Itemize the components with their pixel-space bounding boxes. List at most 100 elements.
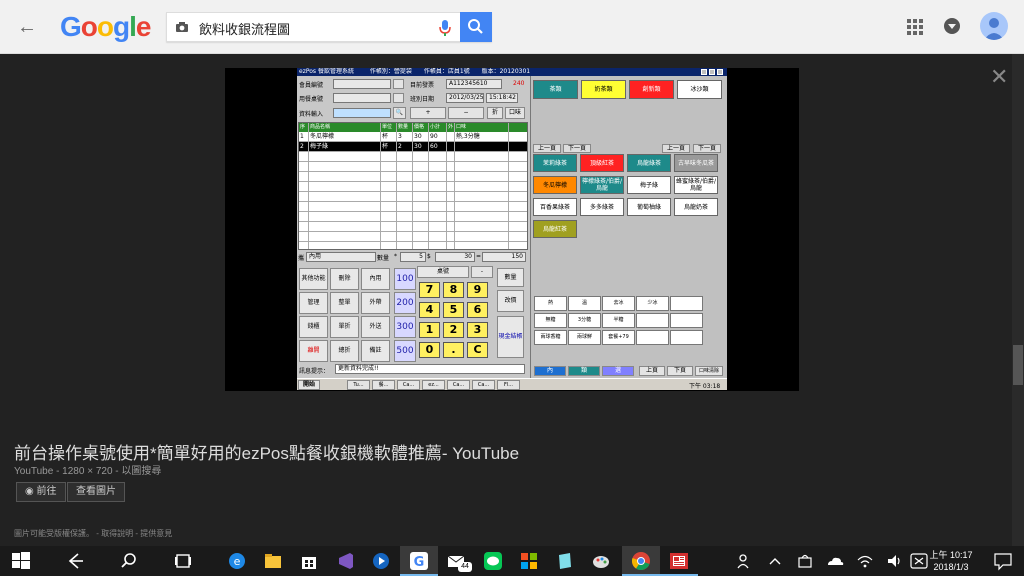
drink-button[interactable]: 蜂蜜綠茶/伯爵/烏龍: [674, 176, 718, 194]
page-scrollbar[interactable]: [1012, 54, 1024, 546]
category-button[interactable]: 創新類: [629, 80, 674, 99]
table-pick-button[interactable]: [393, 93, 404, 103]
table-row[interactable]: [299, 232, 527, 242]
back-icon[interactable]: [64, 550, 86, 572]
dash-button[interactable]: -: [471, 266, 493, 278]
drink-button[interactable]: 烏龍奶茶: [674, 198, 718, 216]
table-row[interactable]: [299, 212, 527, 222]
drink-button[interactable]: 烏龍綠茶: [627, 154, 671, 172]
search-icon[interactable]: [118, 550, 140, 572]
search-box[interactable]: 飲料收銀流程圖: [166, 12, 492, 42]
change-price-button[interactable]: 改價: [497, 290, 524, 312]
member-field[interactable]: [333, 79, 391, 89]
maximize-button[interactable]: [709, 69, 715, 75]
inner-task-button[interactable]: Ca...: [472, 380, 495, 390]
function-key[interactable]: 管理: [299, 292, 328, 314]
qty-plus-button[interactable]: +: [410, 107, 446, 119]
drink-next-page[interactable]: 下一頁: [693, 144, 721, 153]
drink-button[interactable]: 冬瓜檸檬: [533, 176, 577, 194]
inner-start-button[interactable]: 開始: [298, 380, 320, 390]
taskbar-google-app[interactable]: G: [400, 546, 438, 576]
file-explorer-icon[interactable]: [262, 550, 284, 572]
drink-button[interactable]: 古早味冬瓜茶: [674, 154, 718, 172]
amount-key[interactable]: 200: [394, 292, 416, 314]
volume-icon[interactable]: [884, 550, 906, 572]
table-row[interactable]: [299, 242, 527, 249]
inner-task-button[interactable]: Tu...: [347, 380, 370, 390]
avatar[interactable]: [980, 12, 1008, 40]
taste-button[interactable]: 口味: [505, 107, 525, 119]
order-grid-body[interactable]: 1 冬瓜檸檬杯 3 30 90 熱,3分糖 2 梅子綠杯 2 30 60: [299, 132, 527, 249]
inner-task-button[interactable]: Ca...: [447, 380, 470, 390]
order-grid[interactable]: 序商品名稱 單位 數量 價格 小計外口味 1 冬瓜檸檬杯 3 30 90 熱,3分糖 2 梅子綠杯 2 3…: [298, 122, 528, 250]
notebook-icon[interactable]: [554, 550, 576, 572]
numpad-key[interactable]: C: [467, 342, 488, 358]
table-row[interactable]: [299, 152, 527, 162]
function-key[interactable]: 備註: [361, 340, 390, 362]
image-title[interactable]: 前台操作桌號使用*簡單好用的ezPos點餐收銀機軟體推薦- YouTube: [14, 439, 519, 464]
table-row[interactable]: [299, 162, 527, 172]
tab-category[interactable]: 類: [568, 366, 600, 376]
taste-option[interactable]: [670, 330, 703, 345]
taste-option[interactable]: 少冰: [636, 296, 669, 311]
camera-icon[interactable]: [175, 21, 189, 33]
search-button[interactable]: [460, 12, 492, 42]
numpad-key[interactable]: 5: [443, 302, 464, 318]
function-key[interactable]: 錢櫃: [299, 316, 328, 338]
table-number-field[interactable]: [333, 93, 391, 103]
numpad-key[interactable]: 7: [419, 282, 440, 298]
numpad-key[interactable]: 2: [443, 322, 464, 338]
taste-option[interactable]: [670, 313, 703, 328]
function-key[interactable]: 刪除: [330, 268, 359, 290]
numpad-key[interactable]: 8: [443, 282, 464, 298]
numpad-key[interactable]: 4: [419, 302, 440, 318]
visit-button[interactable]: ◉ 前往: [16, 482, 66, 502]
paint-icon[interactable]: [590, 550, 612, 572]
clear-taste-button[interactable]: 口味清除: [695, 366, 723, 376]
table-row[interactable]: [299, 182, 527, 192]
numpad-key[interactable]: 1: [419, 322, 440, 338]
taste-option[interactable]: 去冰: [602, 296, 635, 311]
drink-button[interactable]: 多多綠茶: [580, 198, 624, 216]
media-player-icon[interactable]: [370, 550, 392, 572]
dine-field[interactable]: 內用: [306, 252, 376, 262]
account-menu-icon[interactable]: [942, 16, 962, 36]
table-row[interactable]: [299, 222, 527, 232]
close-button[interactable]: [717, 69, 723, 75]
back-arrow-icon[interactable]: ←: [16, 16, 38, 38]
table-row[interactable]: [299, 172, 527, 182]
taste-option[interactable]: [636, 330, 669, 345]
amount-key[interactable]: 500: [394, 340, 416, 362]
taste-option[interactable]: [670, 296, 703, 311]
onedrive-icon[interactable]: [824, 550, 846, 572]
taste-option[interactable]: 半糖: [602, 313, 635, 328]
close-icon[interactable]: ✕: [990, 66, 1008, 88]
store-tray-icon[interactable]: [794, 550, 816, 572]
option-next-page[interactable]: 下頁: [667, 366, 693, 376]
category-button[interactable]: 茶類: [533, 80, 578, 99]
amount-key[interactable]: 300: [394, 316, 416, 338]
inner-task-button[interactable]: ez...: [422, 380, 445, 390]
category-prev-page[interactable]: 上一頁: [533, 144, 561, 153]
option-prev-page[interactable]: 上頁: [639, 366, 665, 376]
drink-button[interactable]: 頂級紅茶: [580, 154, 624, 172]
function-key[interactable]: 整單: [330, 292, 359, 314]
view-image-button[interactable]: 查看圖片: [67, 482, 125, 502]
microphone-icon[interactable]: [437, 19, 453, 37]
function-key[interactable]: 離開: [299, 340, 328, 362]
taskbar-news-app[interactable]: [660, 546, 698, 576]
function-key[interactable]: 單折: [330, 316, 359, 338]
apps-grid-icon[interactable]: [906, 18, 924, 36]
notifications-icon[interactable]: [992, 550, 1014, 572]
table-row[interactable]: 1 冬瓜檸檬杯 3 30 90 熱,3分糖: [299, 132, 527, 142]
minimize-button[interactable]: [701, 69, 707, 75]
taste-option[interactable]: 熱: [534, 296, 567, 311]
chevron-up-icon[interactable]: [764, 550, 786, 572]
function-key[interactable]: 外帶: [361, 292, 390, 314]
table-no-button[interactable]: 桌號: [417, 266, 469, 278]
google-logo[interactable]: Google: [60, 11, 151, 43]
taste-option[interactable]: 套餐+79: [602, 330, 635, 345]
function-key[interactable]: 其他功能: [299, 268, 328, 290]
inner-task-button[interactable]: Fl...: [497, 380, 520, 390]
discount-button[interactable]: 折: [487, 107, 503, 119]
